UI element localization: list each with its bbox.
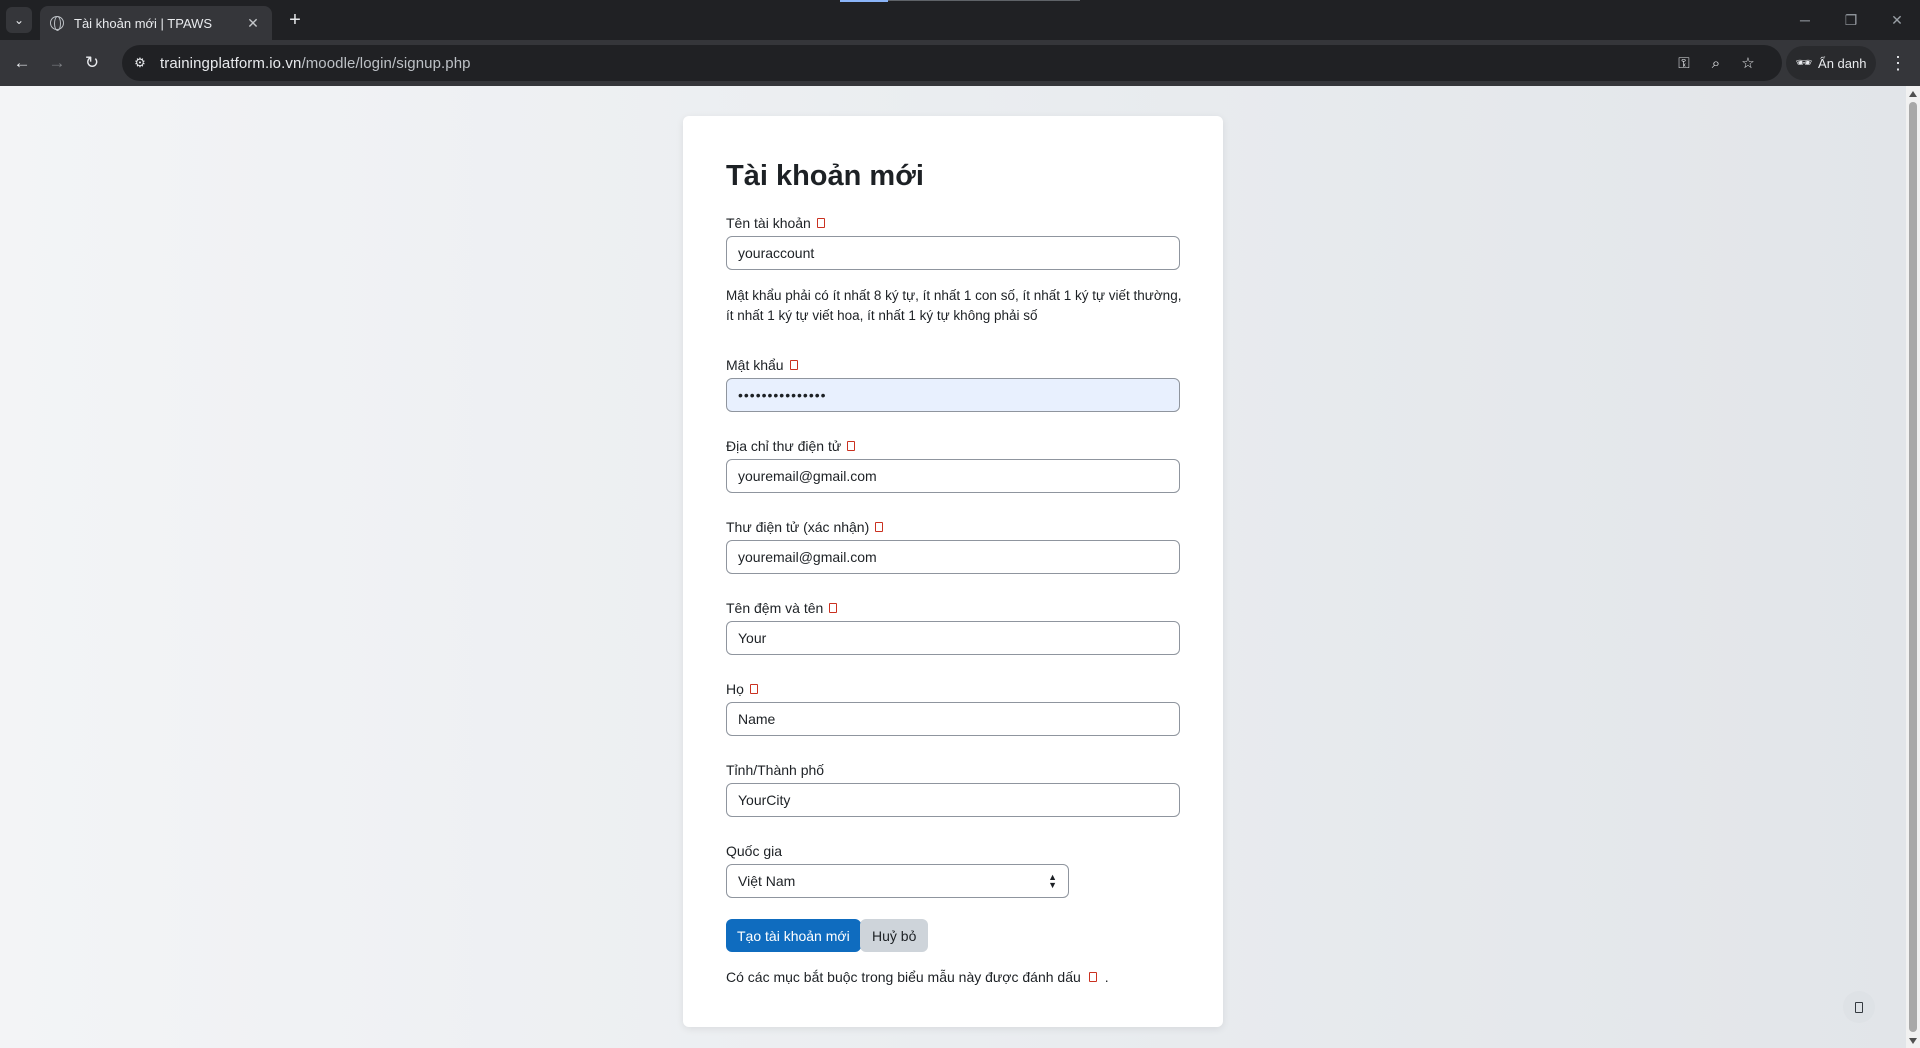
star-icon: ☆ [1741,55,1755,72]
url-path: /moodle/login/signup.php [301,54,471,72]
browser-tab[interactable]: Tài khoản mới | TPAWS ✕ [40,6,272,40]
username-input[interactable] [726,236,1180,270]
country-label: Quốc gia [726,843,782,859]
password-hint: Mật khẩu phải có ít nhất 8 ký tự, ít nhấ… [726,288,1182,323]
tab-strip: ⌄ Tài khoản mới | TPAWS ✕ + ─ ❐ ✕ [0,0,1920,40]
country-selected-value: Việt Nam [738,873,796,889]
zoom-button[interactable]: ⌕ [1702,49,1730,77]
email-label: Địa chỉ thư điện tử [726,438,856,454]
page-scrollbar[interactable] [1906,86,1920,1048]
new-tab-button[interactable]: + [282,7,308,33]
url-text[interactable]: trainingplatform.io.vn/moodle/login/sign… [160,55,471,72]
address-bar[interactable]: ⚙ trainingplatform.io.vn/moodle/login/si… [122,45,1782,81]
required-icon [847,441,856,451]
reload-icon: ↻ [84,53,100,72]
tab-list-button[interactable]: ⌄ [6,7,32,33]
profile-label: Ẩn danh [1818,55,1867,71]
required-icon [789,360,798,370]
footer-icon [1855,1001,1863,1013]
page-viewport: Tài khoản mới Tên tài khoản Mật khẩu phả… [0,86,1906,1048]
bookmark-button[interactable]: ☆ [1734,49,1762,77]
incognito-profile-button[interactable]: 🕶 Ẩn danh [1786,46,1876,80]
email-confirm-label-text: Thư điện tử (xác nhận) [726,519,870,535]
city-input[interactable] [726,783,1180,817]
window-close-icon: ✕ [1891,11,1903,28]
firstname-label: Tên đệm và tên [726,600,838,616]
window-close-button[interactable]: ✕ [1874,0,1920,40]
lastname-label-text: Họ [726,681,744,697]
required-icon [816,218,825,228]
required-icon [749,684,758,694]
strip-line [888,0,1080,1]
username-label-text: Tên tài khoản [726,215,811,231]
close-icon[interactable]: ✕ [244,15,262,32]
incognito-icon: 🕶 [1795,55,1813,70]
scroll-up-arrow-icon[interactable] [1909,91,1917,97]
email-confirm-label: Thư điện tử (xác nhận) [726,519,884,535]
password-label: Mật khẩu [726,357,798,373]
reload-button[interactable]: ↻ [78,49,106,77]
minimize-icon: ─ [1800,12,1810,28]
cancel-button[interactable]: Huỷ bỏ [860,919,929,952]
email-confirm-input[interactable] [726,540,1180,574]
footer-help-button[interactable] [1843,991,1875,1023]
url-host: trainingplatform.io.vn [160,54,302,72]
arrow-left-icon: ← [13,53,31,72]
required-note-text: Có các mục bắt buộc trong biểu mẫu này đ… [726,969,1081,985]
forward-button[interactable]: → [43,49,71,77]
required-icon [875,522,884,532]
password-input[interactable] [726,378,1180,412]
username-label: Tên tài khoản [726,215,825,231]
email-label-text: Địa chỉ thư điện tử [726,438,842,454]
strip-accent [840,0,888,2]
city-label-text: Tỉnh/Thành phố [726,762,825,778]
scroll-thumb[interactable] [1909,102,1917,1032]
key-icon: ⚿ [1678,54,1690,72]
required-note-end: . [1104,969,1109,985]
back-button[interactable]: ← [8,49,36,77]
minimize-button[interactable]: ─ [1782,0,1828,40]
lastname-input[interactable] [726,702,1180,736]
city-label: Tỉnh/Thành phố [726,762,824,778]
browser-toolbar: ← → ↻ ⚙ trainingplatform.io.vn/moodle/lo… [0,40,1920,86]
arrow-right-icon: → [48,53,66,72]
site-info-button[interactable]: ⚙ [126,49,154,77]
create-account-button[interactable]: Tạo tài khoản mới [726,919,861,952]
zoom-icon: ⌕ [1711,54,1721,72]
signup-card: Tài khoản mới Tên tài khoản Mật khẩu phả… [683,116,1223,1027]
browser-menu-button[interactable]: ⋮ [1884,49,1912,77]
lastname-label: Họ [726,681,758,697]
country-label-text: Quốc gia [726,843,783,859]
password-button[interactable]: ⚿ [1670,49,1698,77]
firstname-input[interactable] [726,621,1180,655]
required-icon [829,603,838,613]
kebab-menu-icon: ⋮ [1889,52,1907,73]
tune-icon: ⚙ [134,55,146,70]
plus-icon: + [289,8,301,31]
required-note: Có các mục bắt buộc trong biểu mẫu này đ… [726,969,1109,985]
restore-icon: ❐ [1844,11,1858,28]
scroll-down-arrow-icon[interactable] [1909,1038,1917,1044]
required-icon [1088,972,1097,982]
page-title: Tài khoản mới [726,160,924,192]
select-caret-icon: ▲ ▼ [1048,872,1057,890]
password-label-text: Mật khẩu [726,357,784,373]
tab-title: Tài khoản mới | TPAWS [74,15,213,31]
globe-icon [50,16,64,31]
chevron-down-icon: ⌄ [13,13,25,27]
country-select[interactable]: Việt Nam ▲ ▼ [726,864,1069,898]
firstname-label-text: Tên đệm và tên [726,600,824,616]
email-input[interactable] [726,459,1180,493]
restore-button[interactable]: ❐ [1828,0,1874,40]
